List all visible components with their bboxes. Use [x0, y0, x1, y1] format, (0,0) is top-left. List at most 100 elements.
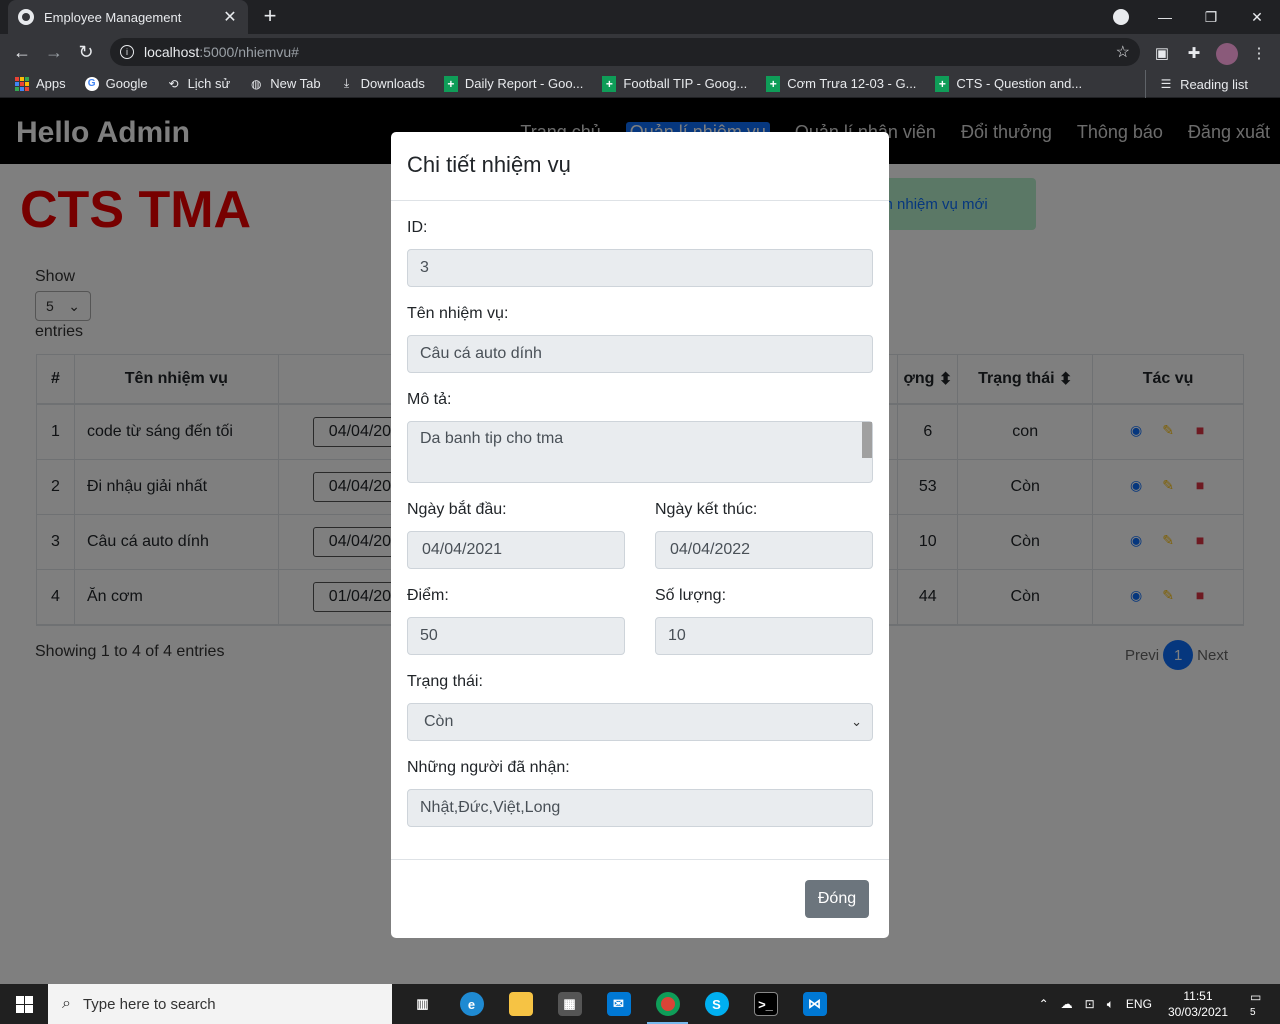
points-field[interactable]: 50	[407, 617, 625, 655]
restore-button[interactable]: ❐	[1188, 0, 1234, 34]
scrollbar-thumb[interactable]	[862, 422, 872, 458]
bookmark-label: Football TIP - Goog...	[623, 76, 748, 91]
download-icon: ⤓	[343, 76, 350, 90]
description-label: Mô tả:	[407, 391, 452, 408]
bookmark-cts-question[interactable]: + CTS - Question and...	[934, 75, 1083, 92]
bookmark-com-trua[interactable]: + Cơm Trưa 12-03 - G...	[765, 75, 916, 92]
address-bar[interactable]: i localhost:5000/nhiemvu# ☆	[110, 38, 1140, 66]
modal-footer: Đóng	[391, 859, 889, 938]
windows-logo-icon	[15, 995, 33, 1013]
terminal-app[interactable]: >_	[741, 984, 790, 1024]
close-button[interactable]: Đóng	[805, 880, 869, 918]
bookmark-history[interactable]: ⟲ Lịch sử	[166, 76, 231, 92]
store-icon: ▦	[557, 992, 582, 1016]
edge-app[interactable]: e	[447, 984, 496, 1024]
store-app[interactable]: ▦	[545, 984, 594, 1024]
skype-app[interactable]: S	[692, 984, 741, 1024]
textarea-scrollbar[interactable]	[862, 422, 872, 482]
forward-button[interactable]: →	[42, 40, 66, 64]
end-date-field[interactable]: 04/04/2022	[655, 531, 873, 569]
bookmark-daily-report[interactable]: + Daily Report - Goo...	[443, 75, 584, 92]
bookmarks-bar: Apps G Google ⟲ Lịch sử ◍ New Tab ⤓ Down…	[0, 70, 1280, 98]
bookmark-label: Apps	[36, 76, 66, 91]
chevron-up-icon[interactable]: ⌃	[1039, 997, 1049, 1011]
bookmark-google[interactable]: G Google	[84, 76, 148, 92]
back-button[interactable]: ←	[10, 40, 34, 64]
task-name-field[interactable]: Câu cá auto dính	[407, 335, 873, 373]
bookmark-label: Daily Report - Goo...	[464, 76, 584, 91]
notification-center[interactable]: ▭ 5	[1244, 990, 1274, 1018]
name-label: Tên nhiệm vụ:	[407, 305, 509, 322]
mail-icon: ✉	[606, 992, 631, 1016]
file-explorer-app[interactable]	[496, 984, 545, 1024]
terminal-icon: >_	[753, 992, 778, 1016]
status-select[interactable]: Còn ⌄	[407, 703, 873, 741]
network-icon[interactable]: ⊡	[1085, 997, 1095, 1011]
clock-time: 11:51	[1183, 989, 1213, 1003]
browser-toolbar: ← → ↻ i localhost:5000/nhiemvu# ☆ ▣ ✚ ⋮	[0, 34, 1280, 70]
points-label: Điểm:	[407, 587, 449, 604]
end-date-label: Ngày kết thúc:	[655, 501, 758, 518]
avatar[interactable]	[1216, 43, 1238, 65]
reload-button[interactable]: ↻	[74, 40, 98, 64]
receivers-field[interactable]: Nhật,Đức,Việt,Long	[407, 789, 873, 827]
history-icon: ⟲	[168, 76, 179, 91]
task-view-icon: ▥	[416, 996, 429, 1011]
notification-icon: ▭	[1250, 990, 1262, 1004]
vscode-app[interactable]: ⋈	[790, 984, 839, 1024]
bookmark-label: Google	[105, 76, 148, 91]
sheets-icon: +	[443, 75, 459, 92]
tab-title: Employee Management	[44, 9, 182, 25]
volume-icon[interactable]: 🔈︎	[1107, 997, 1114, 1012]
url-path: :5000/nhiemvu#	[199, 44, 299, 60]
reading-list-button[interactable]: ☰ Reading list	[1145, 70, 1248, 98]
info-icon[interactable]: i	[120, 45, 134, 59]
language-indicator[interactable]: ENG	[1126, 997, 1152, 1011]
profile-menu-icon[interactable]	[1113, 9, 1129, 25]
chrome-app[interactable]	[643, 984, 692, 1024]
start-date-field[interactable]: 04/04/2021	[407, 531, 625, 569]
bookmark-football-tip[interactable]: + Football TIP - Goog...	[601, 75, 748, 92]
taskbar-search-placeholder: Type here to search	[82, 995, 216, 1013]
bookmark-downloads[interactable]: ⤓ Downloads	[339, 76, 425, 92]
clock[interactable]: 11:51 30/03/2021	[1168, 988, 1228, 1020]
mail-app[interactable]: ✉	[594, 984, 643, 1024]
globe-icon: ◍	[250, 76, 262, 91]
reading-list-label: Reading list	[1180, 76, 1248, 92]
quantity-label: Số lượng:	[655, 587, 727, 604]
windows-taskbar: ⌕ Type here to search ▥ e ▦ ✉ S >_ ⋈ ⌃ ☁…	[0, 984, 1280, 1024]
id-field[interactable]: 3	[407, 249, 873, 287]
extensions-icon[interactable]: ✚	[1185, 44, 1203, 62]
chrome-icon	[655, 992, 680, 1016]
search-icon: ⌕	[62, 995, 71, 1012]
bookmark-star-icon[interactable]: ☆	[1116, 42, 1130, 62]
clock-date: 30/03/2021	[1167, 1005, 1228, 1019]
id-label: ID:	[407, 219, 428, 236]
minimize-button[interactable]: —	[1142, 0, 1188, 34]
task-detail-modal: Chi tiết nhiệm vụ ID: 3 Tên nhiệm vụ: Câ…	[391, 132, 889, 938]
google-icon: G	[84, 76, 100, 92]
onedrive-icon[interactable]: ☁	[1061, 997, 1073, 1011]
bookmark-apps[interactable]: Apps	[14, 76, 66, 92]
chevron-down-icon: ⌄	[851, 714, 862, 729]
close-window-button[interactable]: ✕	[1234, 0, 1280, 34]
menu-icon[interactable]: ⋮	[1250, 44, 1268, 62]
skype-icon: S	[704, 992, 729, 1016]
edge-icon: e	[459, 992, 484, 1016]
translate-icon[interactable]: ▣	[1153, 44, 1171, 62]
description-textarea[interactable]: Da banh tip cho tma	[407, 421, 873, 483]
quantity-field[interactable]: 10	[655, 617, 873, 655]
task-view-button[interactable]: ▥	[398, 984, 447, 1024]
folder-icon	[508, 992, 533, 1016]
bookmark-label: CTS - Question and...	[956, 76, 1083, 91]
bookmark-label: Lịch sử	[187, 76, 231, 91]
new-tab-button[interactable]: +	[258, 5, 282, 29]
browser-tab[interactable]: Employee Management ✕	[8, 0, 248, 34]
status-value: Còn	[424, 713, 454, 730]
browser-tabstrip: Employee Management ✕ + — ❐ ✕	[0, 0, 1280, 34]
start-button[interactable]	[0, 984, 48, 1024]
taskbar-search[interactable]: ⌕ Type here to search	[48, 984, 392, 1024]
bookmark-new-tab[interactable]: ◍ New Tab	[248, 76, 321, 92]
close-tab-icon[interactable]: ✕	[222, 7, 238, 27]
sheets-icon: +	[934, 75, 950, 92]
